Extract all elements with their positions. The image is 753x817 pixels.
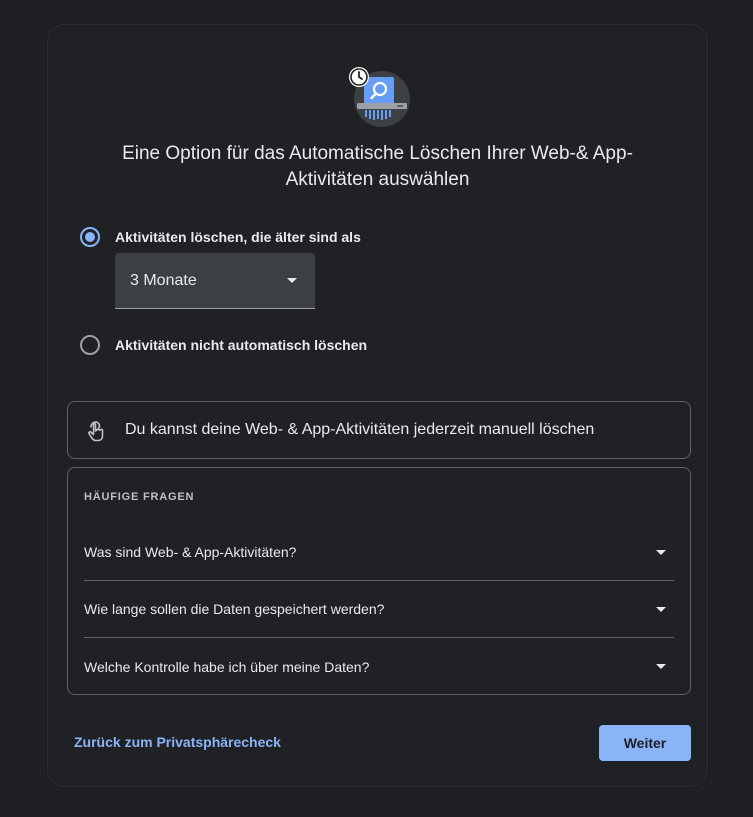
faq-item-control[interactable]: Welche Kontrolle habe ich über meine Dat… xyxy=(84,638,674,695)
option-label: Aktivitäten löschen, die älter sind als xyxy=(115,229,361,245)
dropdown-caret-icon xyxy=(287,278,297,283)
faq-title: HÄUFIGE FRAGEN xyxy=(84,491,195,503)
select-value: 3 Monate xyxy=(130,271,197,289)
next-button[interactable]: Weiter xyxy=(599,725,691,761)
auto-delete-dialog: Eine Option für das Automatische Löschen… xyxy=(47,24,708,787)
radio-selected-icon[interactable] xyxy=(80,227,100,247)
option-label: Aktivitäten nicht automatisch löschen xyxy=(115,337,368,353)
faq-item-what-is-activity[interactable]: Was sind Web- & App-Aktivitäten? xyxy=(84,524,674,581)
expand-caret-icon[interactable] xyxy=(656,607,666,612)
faq-item-how-long[interactable]: Wie lange sollen die Daten gespeichert w… xyxy=(84,581,674,638)
option-delete-older-than[interactable]: Aktivitäten löschen, die älter sind als xyxy=(80,227,361,247)
radio-unselected-icon[interactable] xyxy=(80,335,100,355)
manual-delete-info: Du kannst deine Web- & App-Aktivitäten j… xyxy=(67,401,691,459)
auto-delete-illustration-icon xyxy=(349,67,410,127)
back-to-privacy-checkup-link[interactable]: Zurück zum Privatsphärecheck xyxy=(74,734,281,750)
expand-caret-icon[interactable] xyxy=(656,664,666,669)
faq-section: HÄUFIGE FRAGEN Was sind Web- & App-Aktiv… xyxy=(67,467,691,695)
faq-question: Was sind Web- & App-Aktivitäten? xyxy=(84,544,297,560)
retention-period-select[interactable]: 3 Monate xyxy=(115,253,315,309)
touch-hand-icon xyxy=(88,421,104,442)
dialog-headline: Eine Option für das Automatische Löschen… xyxy=(122,143,633,190)
option-no-auto-delete[interactable]: Aktivitäten nicht automatisch löschen xyxy=(80,335,367,355)
faq-question: Welche Kontrolle habe ich über meine Dat… xyxy=(84,658,370,675)
faq-question: Wie lange sollen die Daten gespeichert w… xyxy=(84,601,385,617)
expand-caret-icon[interactable] xyxy=(656,550,666,555)
info-text: Du kannst deine Web- & App-Aktivitäten j… xyxy=(125,421,595,438)
